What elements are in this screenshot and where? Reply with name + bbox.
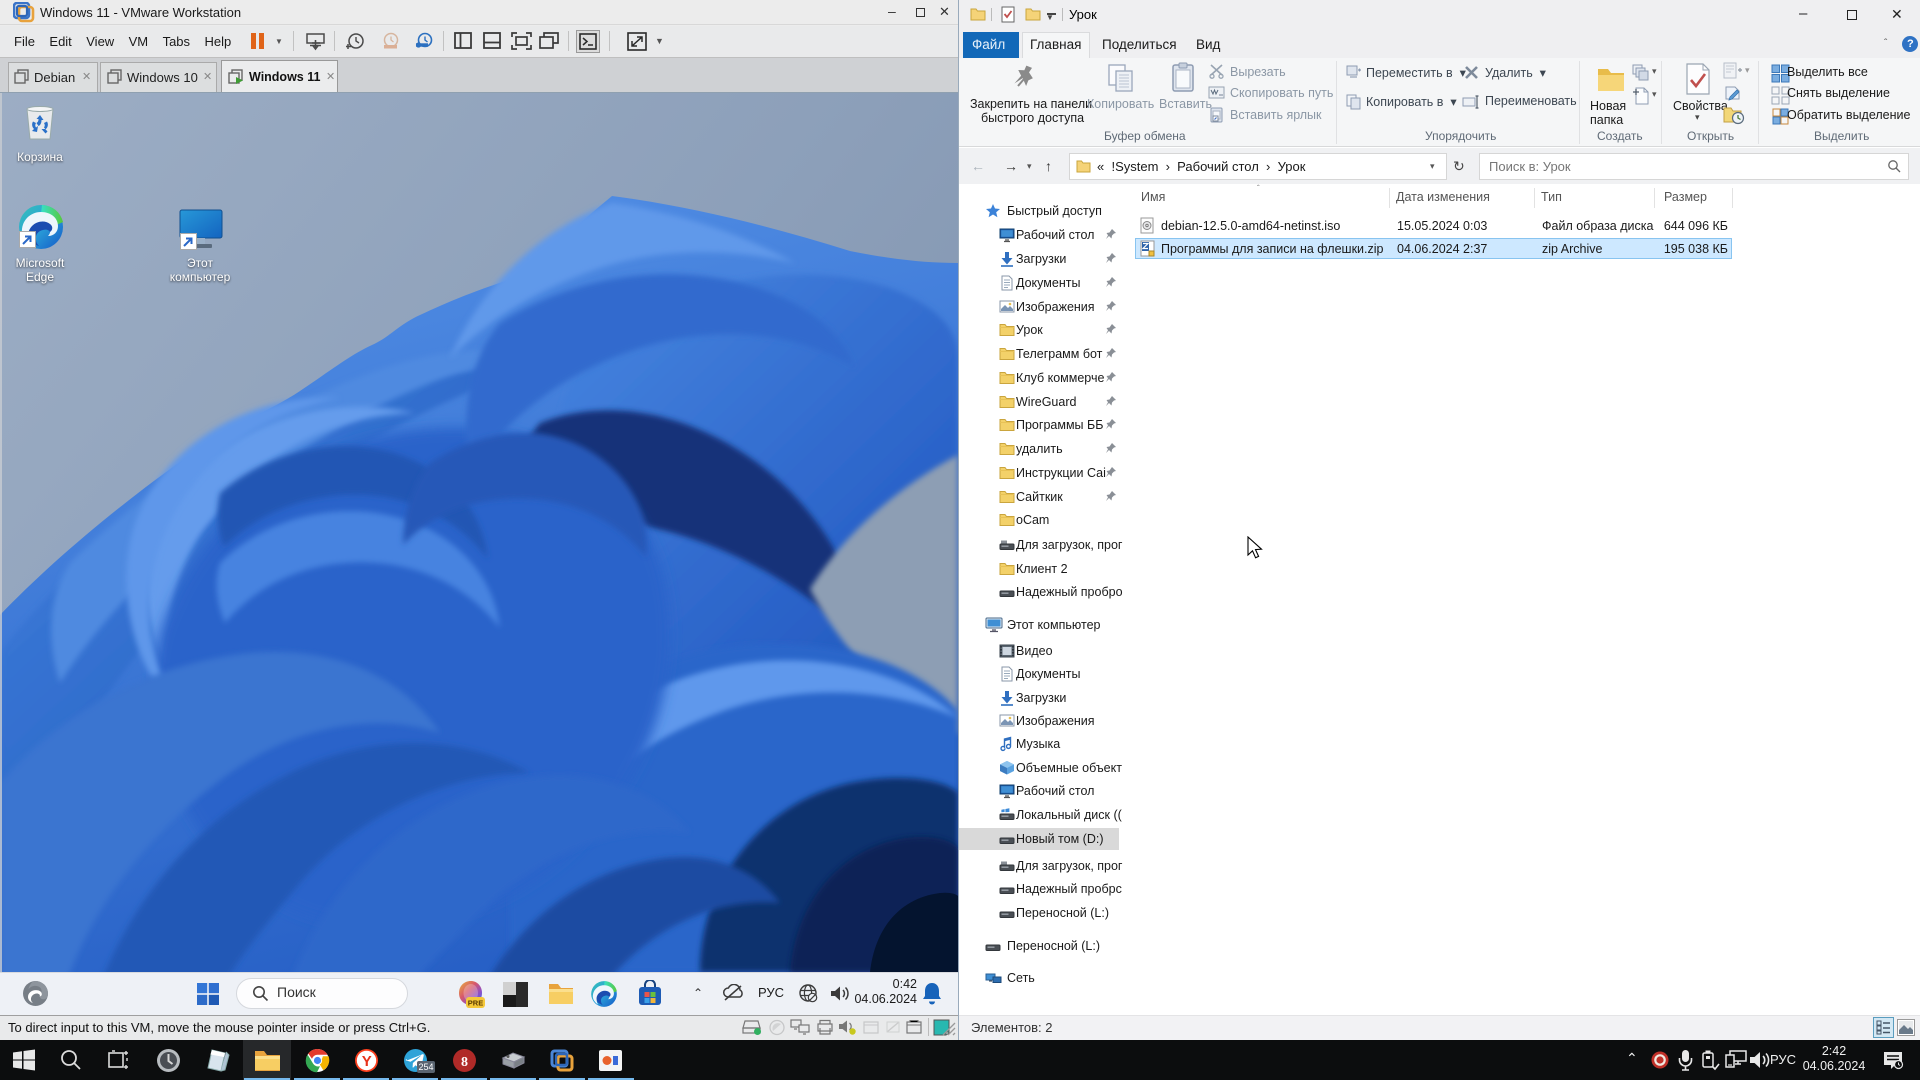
svg-text:Y: Y (362, 1053, 372, 1070)
svg-text:PRE: PRE (468, 999, 483, 1008)
svg-text:8: 8 (461, 1055, 468, 1070)
